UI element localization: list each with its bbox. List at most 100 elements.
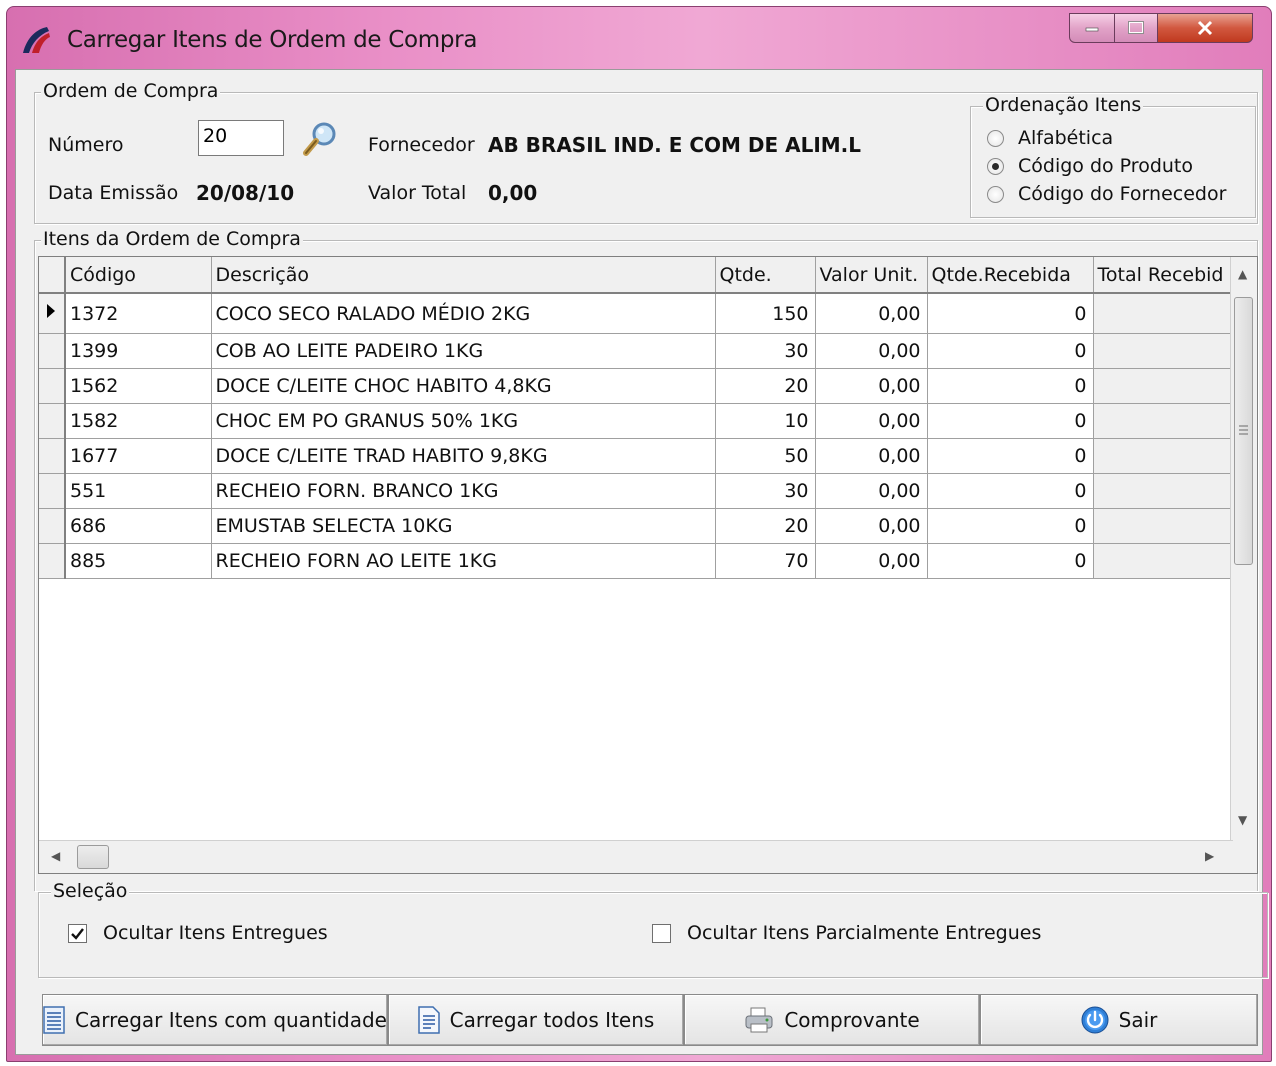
cell-codigo[interactable]: 885 [65, 543, 212, 579]
cell-valor-unit[interactable]: 0,00 [815, 368, 928, 404]
comprovante-label: Comprovante [784, 1008, 920, 1032]
cell-qtde[interactable]: 50 [715, 438, 816, 474]
row-indicator[interactable] [39, 438, 66, 474]
table-row[interactable]: 686 EMUSTAB SELECTA 10KG 20 0,00 0 [39, 508, 1234, 544]
cell-qtde-recebida[interactable]: 0 [927, 543, 1094, 579]
scroll-left-arrow-icon[interactable]: ◀ [51, 849, 60, 863]
row-indicator[interactable] [39, 403, 66, 439]
cell-valor-unit[interactable]: 0,00 [815, 508, 928, 544]
table-row[interactable]: 1582 CHOC EM PO GRANUS 50% 1KG 10 0,00 0 [39, 403, 1234, 439]
row-indicator[interactable] [39, 543, 66, 579]
col-header-total-recebido[interactable]: Total Recebid [1093, 257, 1234, 294]
vertical-scroll-thumb[interactable] [1234, 297, 1253, 565]
cell-qtde[interactable]: 30 [715, 333, 816, 369]
cell-codigo[interactable]: 551 [65, 473, 212, 509]
radio-codigo-produto-circle[interactable] [987, 157, 1004, 175]
cell-descricao[interactable]: COB AO LEITE PADEIRO 1KG [211, 333, 716, 369]
cell-descricao[interactable]: COCO SECO RALADO MÉDIO 2KG [211, 293, 716, 334]
row-indicator[interactable] [39, 368, 66, 404]
table-row[interactable]: 1372 COCO SECO RALADO MÉDIO 2KG 150 0,00… [39, 293, 1234, 334]
cell-codigo[interactable]: 686 [65, 508, 212, 544]
radio-codigo-produto[interactable]: Código do Produto [987, 153, 1193, 179]
cell-descricao[interactable]: RECHEIO FORN AO LEITE 1KG [211, 543, 716, 579]
search-button[interactable] [302, 120, 340, 158]
sair-button[interactable]: Sair [980, 994, 1258, 1046]
numero-input[interactable]: 20 [198, 120, 284, 156]
ocultar-entregues-checkbox[interactable]: Ocultar Itens Entregues [68, 922, 328, 944]
cell-total-recebido[interactable] [1093, 508, 1234, 544]
cell-qtde-recebida[interactable]: 0 [927, 508, 1094, 544]
cell-valor-unit[interactable]: 0,00 [815, 543, 928, 579]
radio-alfabetica-circle[interactable] [987, 129, 1004, 147]
col-header-valor-unit[interactable]: Valor Unit. [815, 257, 928, 294]
close-button[interactable] [1157, 13, 1253, 43]
cell-total-recebido[interactable] [1093, 403, 1234, 439]
cell-valor-unit[interactable]: 0,00 [815, 333, 928, 369]
ocultar-parcial-box[interactable] [652, 923, 671, 943]
cell-qtde[interactable]: 20 [715, 368, 816, 404]
radio-alfabetica[interactable]: Alfabética [987, 125, 1113, 151]
cell-total-recebido[interactable] [1093, 368, 1234, 404]
table-row[interactable]: 551 RECHEIO FORN. BRANCO 1KG 30 0,00 0 [39, 473, 1234, 509]
row-indicator[interactable] [39, 473, 66, 509]
ocultar-entregues-box[interactable] [68, 923, 87, 943]
row-indicator[interactable] [39, 293, 66, 334]
carregar-todos-button[interactable]: Carregar todos Itens [388, 994, 684, 1046]
cell-total-recebido[interactable] [1093, 293, 1234, 334]
ocultar-parcial-checkbox[interactable]: Ocultar Itens Parcialmente Entregues [652, 922, 1041, 944]
cell-qtde[interactable]: 30 [715, 473, 816, 509]
table-row[interactable]: 885 RECHEIO FORN AO LEITE 1KG 70 0,00 0 [39, 543, 1234, 579]
cell-qtde-recebida[interactable]: 0 [927, 333, 1094, 369]
cell-total-recebido[interactable] [1093, 438, 1234, 474]
carregar-com-quantidade-button[interactable]: Carregar Itens com quantidade [42, 994, 388, 1046]
cell-qtde[interactable]: 150 [715, 293, 816, 334]
cell-valor-unit[interactable]: 0,00 [815, 438, 928, 474]
cell-total-recebido[interactable] [1093, 333, 1234, 369]
maximize-button[interactable] [1114, 13, 1158, 43]
cell-descricao[interactable]: EMUSTAB SELECTA 10KG [211, 508, 716, 544]
scroll-up-arrow-icon[interactable]: ▲ [1238, 267, 1247, 281]
table-row[interactable]: 1399 COB AO LEITE PADEIRO 1KG 30 0,00 0 [39, 333, 1234, 369]
cell-valor-unit[interactable]: 0,00 [815, 473, 928, 509]
cell-descricao[interactable]: CHOC EM PO GRANUS 50% 1KG [211, 403, 716, 439]
scroll-down-arrow-icon[interactable]: ▼ [1238, 813, 1247, 827]
cell-codigo[interactable]: 1399 [65, 333, 212, 369]
cell-qtde-recebida[interactable]: 0 [927, 403, 1094, 439]
cell-qtde-recebida[interactable]: 0 [927, 293, 1094, 334]
cell-qtde-recebida[interactable]: 0 [927, 473, 1094, 509]
cell-codigo[interactable]: 1372 [65, 293, 212, 334]
cell-total-recebido[interactable] [1093, 473, 1234, 509]
cell-codigo[interactable]: 1582 [65, 403, 212, 439]
title-bar[interactable]: Carregar Itens de Ordem de Compra [7, 7, 1271, 69]
cell-descricao[interactable]: DOCE C/LEITE TRAD HABITO 9,8KG [211, 438, 716, 474]
vertical-scrollbar[interactable]: ▲ ▼ [1230, 257, 1257, 841]
cell-qtde-recebida[interactable]: 0 [927, 368, 1094, 404]
col-header-descricao[interactable]: Descrição [211, 257, 716, 294]
col-header-qtde[interactable]: Qtde. [715, 257, 816, 294]
cell-total-recebido[interactable] [1093, 543, 1234, 579]
cell-descricao[interactable]: DOCE C/LEITE CHOC HABITO 4,8KG [211, 368, 716, 404]
col-header-qtde-recebida[interactable]: Qtde.Recebida [927, 257, 1094, 294]
items-grid[interactable]: Código Descrição Qtde. Valor Unit. Qtde.… [38, 256, 1258, 874]
minimize-button[interactable] [1069, 13, 1115, 43]
horizontal-scroll-thumb[interactable] [77, 845, 109, 869]
radio-codigo-fornecedor[interactable]: Código do Fornecedor [987, 181, 1226, 207]
cell-qtde[interactable]: 10 [715, 403, 816, 439]
col-header-codigo[interactable]: Código [65, 257, 212, 294]
cell-codigo[interactable]: 1677 [65, 438, 212, 474]
cell-valor-unit[interactable]: 0,00 [815, 293, 928, 334]
cell-valor-unit[interactable]: 0,00 [815, 403, 928, 439]
cell-qtde[interactable]: 70 [715, 543, 816, 579]
cell-codigo[interactable]: 1562 [65, 368, 212, 404]
table-row[interactable]: 1562 DOCE C/LEITE CHOC HABITO 4,8KG 20 0… [39, 368, 1234, 404]
radio-codigo-fornecedor-circle[interactable] [987, 185, 1004, 203]
cell-descricao[interactable]: RECHEIO FORN. BRANCO 1KG [211, 473, 716, 509]
cell-qtde-recebida[interactable]: 0 [927, 438, 1094, 474]
horizontal-scrollbar[interactable]: ◀ ▶ [39, 840, 1233, 873]
cell-qtde[interactable]: 20 [715, 508, 816, 544]
row-indicator[interactable] [39, 333, 66, 369]
table-row[interactable]: 1677 DOCE C/LEITE TRAD HABITO 9,8KG 50 0… [39, 438, 1234, 474]
comprovante-button[interactable]: Comprovante [684, 994, 980, 1046]
row-indicator[interactable] [39, 508, 66, 544]
scroll-right-arrow-icon[interactable]: ▶ [1205, 849, 1214, 863]
